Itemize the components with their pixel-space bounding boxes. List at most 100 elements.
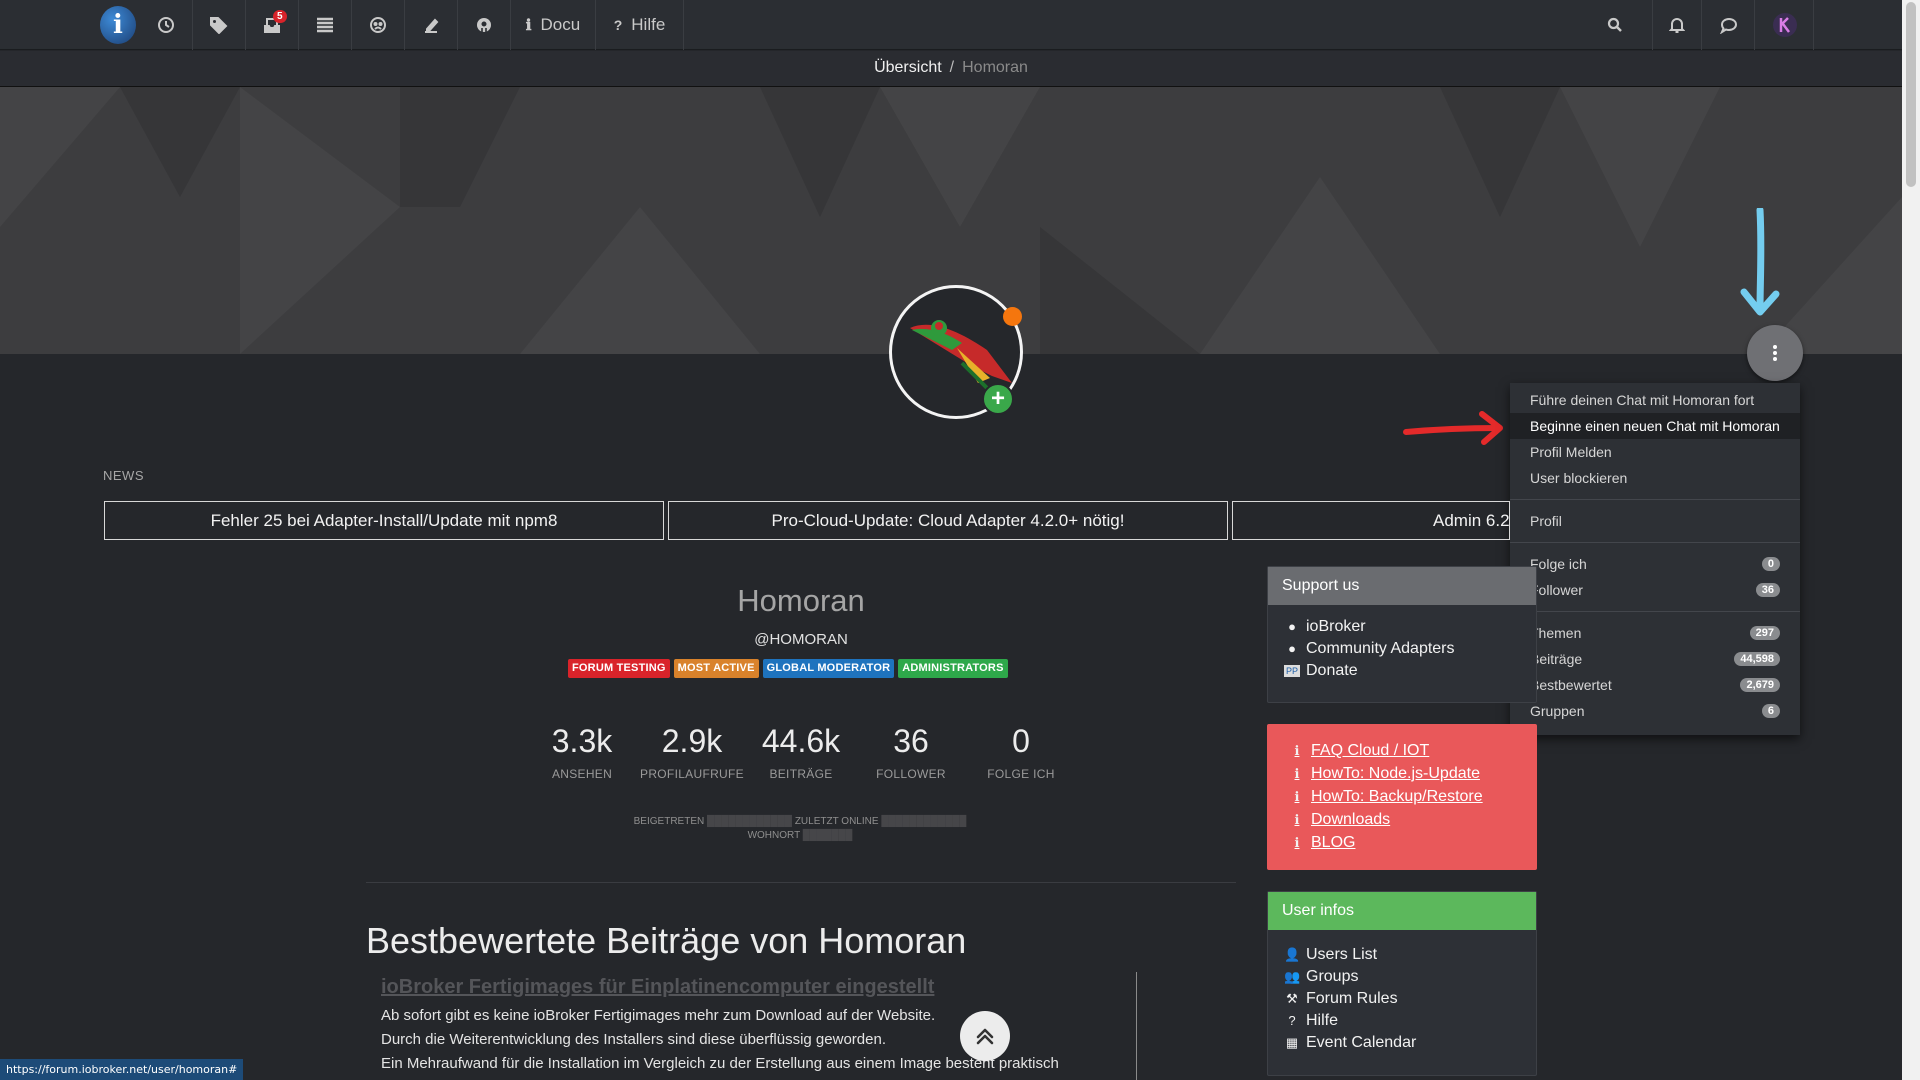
link-label: Donate — [1306, 662, 1358, 679]
news-item[interactable]: Fehler 25 bei Adapter-Install/Update mit… — [104, 501, 664, 540]
menu-item-following[interactable]: Folge ich 0 — [1510, 551, 1800, 577]
red-arrow-annotation — [1403, 411, 1503, 445]
profile-handle: @HOMORAN — [754, 631, 848, 648]
bell-icon[interactable] — [1652, 0, 1702, 50]
breadcrumb-current: Homoran — [962, 59, 1028, 76]
post-text: Ein Mehraufwand für die Installation im … — [381, 1055, 1059, 1072]
menu-item-followers[interactable]: Follower 36 — [1510, 577, 1800, 603]
userinfo-link-groups[interactable]: 👥 Groups — [1268, 966, 1536, 988]
post-title[interactable]: ioBroker Fertigimages für Einplatinencom… — [381, 976, 934, 999]
github-icon: ● — [1288, 641, 1296, 656]
badge-most-active[interactable]: MOST ACTIVE — [673, 659, 759, 678]
info-icon: ℹ — [1294, 789, 1300, 804]
menu-divider — [1510, 542, 1800, 543]
search-icon[interactable] — [1590, 0, 1640, 50]
joined-label: BEIGETRETEN — [633, 816, 705, 827]
link-label: Users List — [1306, 946, 1378, 963]
tags-icon[interactable] — [193, 0, 246, 50]
stat-label: PROFILAUFRUFE — [640, 767, 744, 781]
menu-item-best[interactable]: Bestbewertet 2,679 — [1510, 672, 1800, 698]
menu-item-profile[interactable]: Profil — [1510, 508, 1800, 534]
support-link-community-adapters[interactable]: ● Community Adapters — [1268, 638, 1536, 660]
inbox-icon[interactable]: 5 — [246, 0, 299, 50]
calendar-icon: ▦ — [1285, 1035, 1299, 1050]
profile-menu-button[interactable] — [1747, 325, 1803, 381]
badge-administrators[interactable]: ADMINISTRATORS — [898, 659, 1008, 678]
menu-item-new-chat[interactable]: Beginne einen neuen Chat mit Homoran — [1510, 413, 1800, 439]
stat-label: FOLLOWER — [876, 767, 946, 781]
follow-plus-button[interactable]: + — [982, 383, 1014, 415]
notification-badge: 5 — [273, 10, 287, 23]
post-divider — [1136, 972, 1137, 1080]
stat-label: ANSEHEN — [551, 767, 613, 781]
online-status-dot — [1003, 307, 1022, 326]
paypal-icon: PP — [1284, 665, 1300, 677]
github-icon[interactable] — [458, 0, 511, 50]
blue-arrow-annotation — [1740, 208, 1780, 316]
link-label: Groups — [1306, 968, 1359, 985]
userinfo-link-hilfe[interactable]: ? Hilfe — [1268, 1010, 1536, 1032]
support-link-iobroker[interactable]: ● ioBroker — [1268, 616, 1536, 638]
info-icon: ℹ — [525, 17, 532, 34]
vertical-dots-icon — [1773, 345, 1777, 361]
faq-link[interactable]: ℹ Downloads — [1267, 808, 1537, 831]
menu-item-report-profile[interactable]: Profil Melden — [1510, 439, 1800, 465]
stat-value: 3.3k — [551, 723, 613, 759]
edit-icon[interactable] — [405, 0, 458, 50]
user-icon: 👤 — [1284, 947, 1301, 962]
menu-divider — [1510, 611, 1800, 612]
docu-label: Docu — [540, 15, 581, 34]
hilfe-link[interactable]: ? Hilfe — [596, 0, 684, 50]
menu-item-posts[interactable]: Beiträge 44,598 — [1510, 646, 1800, 672]
faq-link[interactable]: ℹ BLOG — [1267, 831, 1537, 854]
faq-link[interactable]: ℹ HowTo: Backup/Restore — [1267, 785, 1537, 808]
link-label: Community Adapters — [1306, 640, 1455, 657]
page-scrollbar[interactable] — [1902, 0, 1920, 1080]
users-icon[interactable] — [352, 0, 405, 50]
breadcrumb-home[interactable]: Übersicht — [874, 59, 942, 76]
docu-link[interactable]: ℹ Docu — [511, 0, 596, 50]
stat-followers: 36 FOLLOWER — [856, 723, 966, 781]
joined-value: ████████████ — [707, 816, 793, 827]
userinfo-panel: User infos 👤 Users List 👥 Groups ⚒ Forum Ru… — [1267, 891, 1537, 1076]
list-icon[interactable] — [299, 0, 352, 50]
menu-item-label: Beiträge — [1530, 651, 1583, 667]
menu-item-label: Bestbewertet — [1530, 677, 1612, 693]
breadcrumb: Übersicht / Homoran — [0, 51, 1902, 87]
link-label: Event Calendar — [1306, 1034, 1417, 1051]
link-label: Forum Rules — [1306, 990, 1398, 1007]
support-panel: Support us ● ioBroker ● Community Adapters… — [1267, 566, 1537, 703]
menu-item-block-user[interactable]: User blockieren — [1510, 465, 1800, 491]
userinfo-link-forum-rules[interactable]: ⚒ Forum Rules — [1268, 988, 1536, 1010]
section-title: Bestbewertete Beiträge von Homoran — [366, 920, 967, 961]
menu-item-groups[interactable]: Gruppen 6 — [1510, 698, 1800, 724]
news-item[interactable]: Admin 6.2 je — [1232, 501, 1510, 540]
profile-name: Homoran — [737, 583, 865, 618]
top-navbar: i 5 ℹ Docu ? Hilfe — [0, 0, 1902, 50]
faq-link[interactable]: ℹ HowTo: Node.js-Update — [1267, 762, 1537, 785]
profile-dropdown-menu: Führe deinen Chat mit Homoran fort Begin… — [1510, 383, 1800, 735]
menu-divider — [1510, 499, 1800, 500]
menu-item-topics[interactable]: Themen 297 — [1510, 620, 1800, 646]
link-label: BLOG — [1311, 834, 1356, 851]
faq-link[interactable]: ℹ FAQ Cloud / IOT — [1267, 739, 1537, 762]
scrollbar-thumb[interactable] — [1906, 2, 1916, 187]
menu-item-continue-chat[interactable]: Führe deinen Chat mit Homoran fort — [1510, 387, 1800, 413]
recent-icon[interactable] — [140, 0, 193, 50]
user-avatar[interactable] — [1756, 0, 1814, 50]
last-online-value: ████████████ — [881, 816, 967, 827]
badge-global-moderator[interactable]: GLOBAL MODERATOR — [762, 659, 895, 678]
badge-forum-testing[interactable]: FORUM TESTING — [568, 659, 670, 678]
iobroker-logo[interactable]: i — [100, 6, 136, 44]
chat-icon[interactable] — [1703, 0, 1755, 50]
userinfo-link-event-calendar[interactable]: ▦ Event Calendar — [1268, 1032, 1536, 1054]
stat-value: 36 — [893, 723, 929, 759]
scroll-to-top-button[interactable] — [960, 1011, 1010, 1061]
link-label: FAQ Cloud / IOT — [1311, 742, 1430, 759]
count-badge: 2,679 — [1740, 678, 1780, 692]
support-link-donate[interactable]: PP Donate — [1268, 660, 1536, 682]
count-badge: 36 — [1755, 583, 1780, 597]
news-item[interactable]: Pro-Cloud-Update: Cloud Adapter 4.2.0+ n… — [668, 501, 1228, 540]
userinfo-link-users-list[interactable]: 👤 Users List — [1268, 944, 1536, 966]
link-label: HowTo: Node.js-Update — [1311, 765, 1480, 782]
